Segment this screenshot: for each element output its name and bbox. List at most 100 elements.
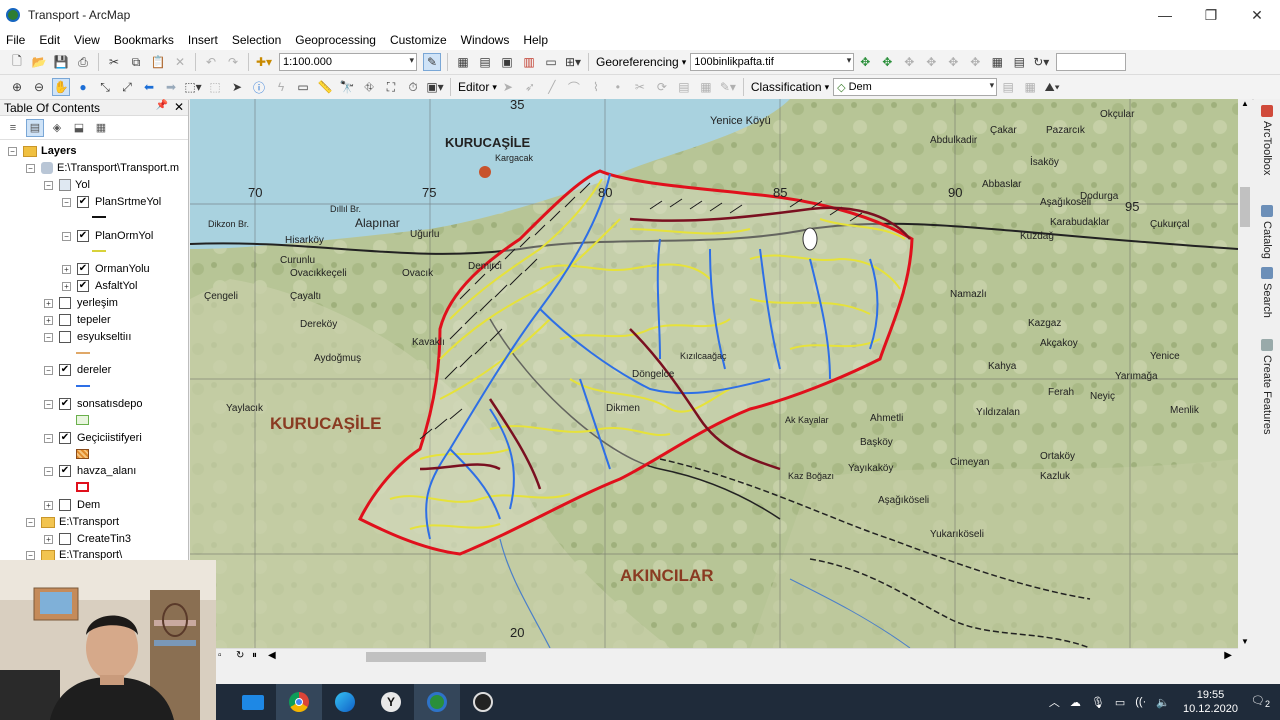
georef-input-box[interactable] (1056, 53, 1127, 71)
expand-icon[interactable]: + (44, 500, 53, 510)
paste-icon[interactable]: 📋 (149, 53, 167, 71)
arctoolbox-tab[interactable]: ArcToolbox (1257, 105, 1277, 175)
map-horizontal-scrollbar[interactable]: ▫ ↻ ⏸ ◀ ▶ (216, 648, 1238, 664)
layer-visibility-checkbox[interactable] (59, 331, 71, 343)
toc-layer-item[interactable]: + CreateTin3 (44, 531, 131, 547)
view-link-table-icon[interactable]: ▦ (988, 53, 1006, 71)
edit-annotation-icon[interactable]: ➶ (521, 78, 539, 96)
collapse-icon[interactable]: − (26, 163, 35, 173)
layer-visibility-checkbox[interactable]: ✔ (59, 398, 71, 410)
layer-visibility-checkbox[interactable]: ✔ (59, 432, 71, 444)
fixed-zoom-out-icon[interactable]: ⤢ (118, 78, 136, 96)
expand-icon[interactable]: + (44, 534, 53, 544)
map-vertical-scrollbar[interactable]: ▲ ▼ (1238, 99, 1252, 648)
scroll-down-icon[interactable]: ▼ (1241, 637, 1249, 646)
collapse-icon[interactable]: − (62, 231, 71, 241)
toc-layer-item[interactable]: − ✔ Geçiciistifyeri (44, 430, 142, 446)
model-builder-icon[interactable]: ⊞▾ (564, 53, 582, 71)
toc-layer-item[interactable]: − ✔ dereler (44, 362, 111, 378)
chrome-app-icon[interactable] (276, 684, 322, 720)
table-window-icon[interactable]: ▦ (454, 53, 472, 71)
delete-link-icon[interactable]: ✥ (966, 53, 984, 71)
endpoint-arc-icon[interactable]: ⌒ (565, 78, 583, 96)
expand-icon[interactable]: + (44, 315, 53, 325)
split-icon[interactable]: ✂ (631, 78, 649, 96)
layer-visibility-checkbox[interactable] (59, 297, 71, 309)
editor-toolbar-toggle-icon[interactable]: ✎ (423, 53, 441, 71)
catalog-tab[interactable]: Catalog (1257, 205, 1277, 259)
select-link-icon[interactable]: ✥ (944, 53, 962, 71)
map-scale-combo[interactable]: 1:100.000 ▾ (279, 53, 417, 71)
toc-group-yol[interactable]: − Yol (44, 177, 90, 193)
layer-visibility-checkbox[interactable]: ✔ (59, 364, 71, 376)
clear-selection-icon[interactable]: ⬚ (206, 78, 224, 96)
shift-icon[interactable]: ✥ (878, 53, 896, 71)
toc-mxd-path[interactable]: − E:\Transport\Transport.m (26, 160, 179, 176)
list-by-selection-icon[interactable]: ⬓ (70, 119, 88, 137)
expand-icon[interactable]: + (62, 281, 71, 291)
catalog-window-icon[interactable]: ▤ (476, 53, 494, 71)
toc-layer-item[interactable]: − ✔ PlanOrmYol (62, 228, 153, 244)
editor-menu[interactable]: Editor (458, 80, 489, 94)
fixed-zoom-in-icon[interactable]: ⤡ (96, 78, 114, 96)
layer-visibility-checkbox[interactable] (59, 499, 71, 511)
pin-icon[interactable]: 📌 (156, 100, 168, 111)
back-extent-icon[interactable]: ⬅ (140, 78, 158, 96)
toc-layer-item[interactable]: + ✔ AsfaltYol (62, 278, 137, 294)
toc-layer-item[interactable]: − ✔ sonsatısdepo (44, 396, 142, 412)
undo-icon[interactable]: ↶ (202, 53, 220, 71)
scroll-right-icon[interactable]: ▶ (1224, 650, 1232, 661)
microphone-icon[interactable]: 🎙 (1091, 696, 1105, 709)
layer-visibility-checkbox[interactable]: ✔ (77, 196, 89, 208)
arcmap-taskbar-icon[interactable] (414, 684, 460, 720)
onedrive-icon[interactable]: ☁ (1070, 696, 1081, 709)
toc-folder[interactable]: − E:\Transport (26, 514, 119, 530)
close-icon[interactable]: ✕ (174, 100, 184, 114)
expand-icon[interactable]: + (62, 264, 71, 274)
menu-file[interactable]: File (6, 33, 25, 47)
menu-view[interactable]: View (74, 33, 100, 47)
menu-geoprocessing[interactable]: Geoprocessing (295, 33, 376, 47)
layer-visibility-checkbox[interactable]: ✔ (77, 263, 89, 275)
zoom-in-icon[interactable]: ⊕ (8, 78, 26, 96)
sketch-properties-icon[interactable]: ▦ (697, 78, 715, 96)
layer-visibility-checkbox[interactable]: ✔ (77, 230, 89, 242)
close-button[interactable]: ✕ (1234, 0, 1280, 30)
select-elements-icon[interactable]: ➤ (228, 78, 246, 96)
measure-icon[interactable]: 📏 (316, 78, 334, 96)
html-popup-icon[interactable]: ▭ (294, 78, 312, 96)
yandex-app-icon[interactable]: Y (368, 684, 414, 720)
print-icon[interactable]: ⎙ (74, 53, 92, 71)
select-features-icon[interactable]: ⬚▾ (184, 78, 202, 96)
scale-icon[interactable]: ✥ (900, 53, 918, 71)
layer-visibility-checkbox[interactable]: ✔ (77, 280, 89, 292)
toc-layer-item[interactable]: + yerleşim (44, 295, 118, 311)
scrollbar-thumb[interactable] (366, 652, 486, 662)
collapse-icon[interactable]: − (26, 517, 35, 527)
rotate-icon[interactable]: ✥ (856, 53, 874, 71)
refresh-view-icon[interactable]: ↻ (236, 650, 244, 661)
menu-edit[interactable]: Edit (39, 33, 60, 47)
toc-layer-item[interactable]: − ✔ havza_alanı (44, 463, 136, 479)
collapse-icon[interactable]: − (44, 332, 53, 342)
toc-layers-root[interactable]: − Layers (8, 143, 76, 159)
full-extent-icon[interactable]: ● (74, 78, 92, 96)
classification-layer-combo[interactable]: ◇ Dem ▾ (833, 78, 998, 96)
pause-drawing-icon[interactable]: ⏸ (252, 650, 257, 661)
list-by-source-icon[interactable]: ▤ (26, 118, 44, 137)
trace-icon[interactable]: ⌇ (587, 78, 605, 96)
wifi-icon[interactable]: ((· (1135, 696, 1146, 708)
create-features-tab[interactable]: Create Features (1257, 339, 1277, 434)
find-route-icon[interactable]: ⛗ (360, 78, 378, 96)
classification-menu[interactable]: Classification (751, 80, 822, 94)
menu-help[interactable]: Help (523, 33, 548, 47)
find-icon[interactable]: 🔭 (338, 78, 356, 96)
toc-layer-item[interactable]: − ✔ PlanSrtmeYol (62, 194, 161, 210)
maximize-button[interactable]: ❐ (1188, 0, 1234, 30)
georef-layer-combo[interactable]: 100binlikpafta.tif ▾ (690, 53, 855, 71)
notification-center-icon[interactable]: 🗨2 (1251, 694, 1270, 709)
chart-icon[interactable]: ⛰▾ (1043, 78, 1061, 96)
toc-layer-item[interactable]: − esyukseltiıı (44, 329, 131, 345)
refresh-icon[interactable]: ↻▾ (1032, 53, 1050, 71)
collapse-icon[interactable]: − (44, 365, 53, 375)
